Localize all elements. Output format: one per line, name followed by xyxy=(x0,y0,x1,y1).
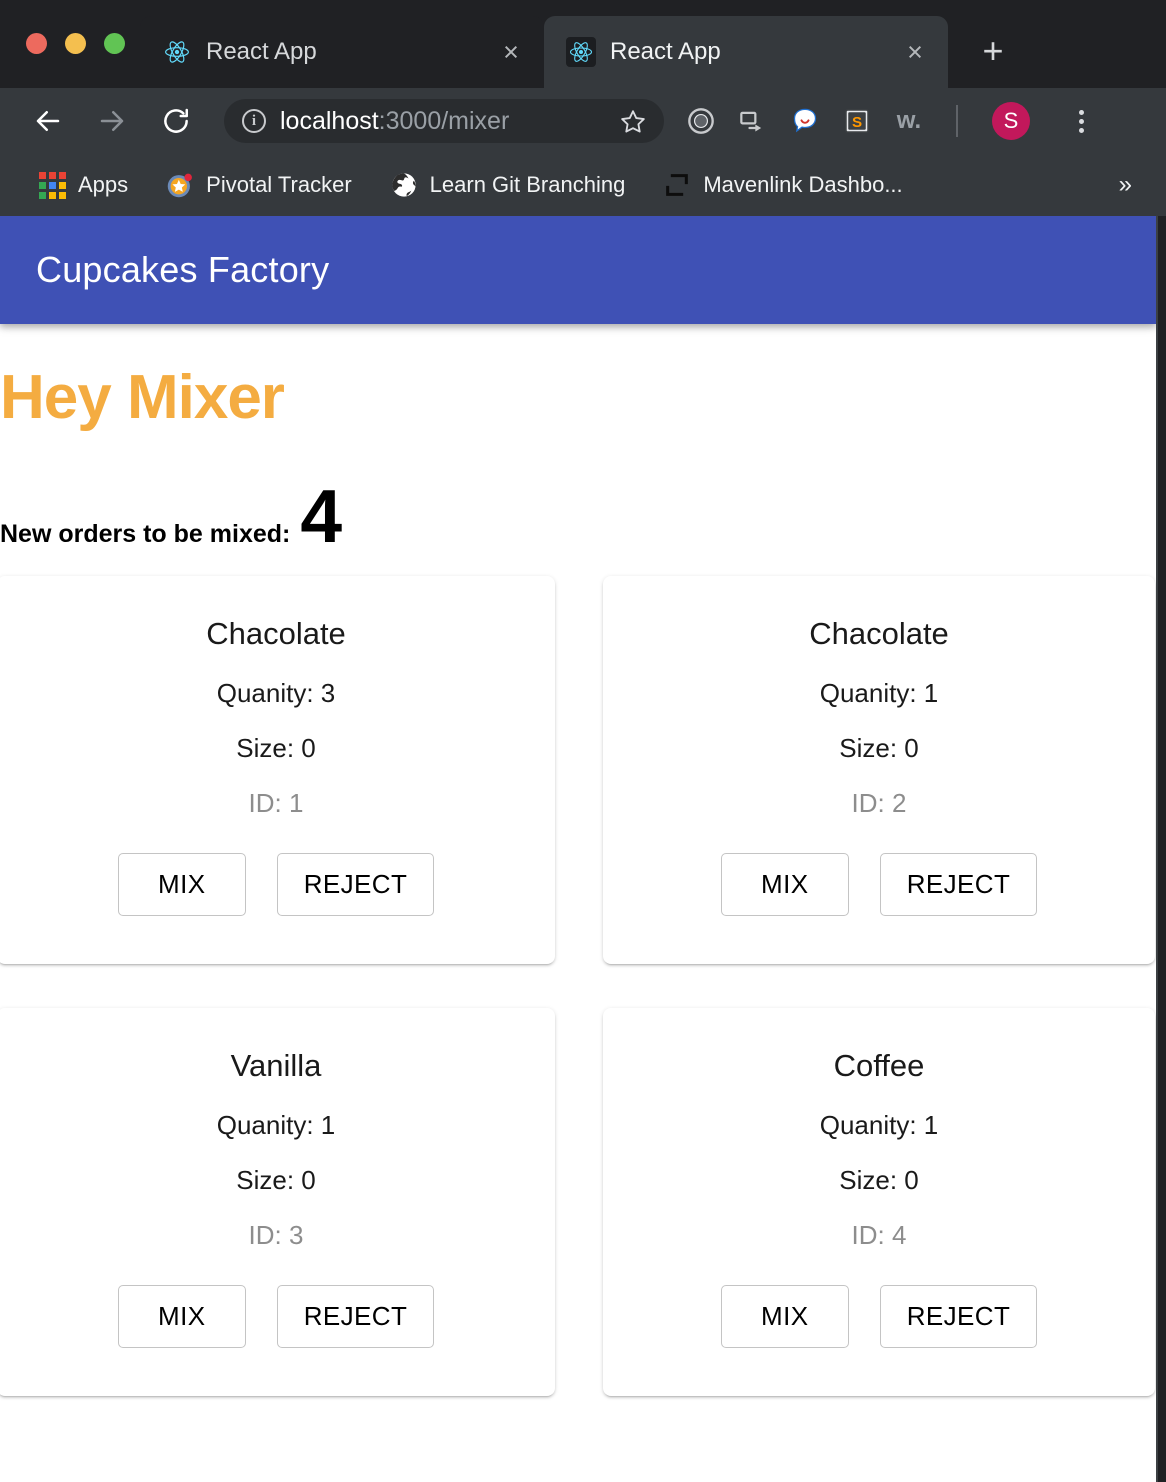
order-actions: MIX REJECT xyxy=(117,1285,435,1348)
reload-icon[interactable] xyxy=(154,99,198,143)
pivotal-tracker-icon xyxy=(166,171,194,199)
reject-button[interactable]: REJECT xyxy=(879,853,1038,916)
mix-button[interactable]: MIX xyxy=(720,1285,849,1348)
order-quantity: Quanity: 1 xyxy=(819,1110,939,1140)
tabs-row: React App × React App × + xyxy=(140,0,1016,88)
order-card: Coffee Quanity: 1 Size: 0 ID: 4 MIX REJE… xyxy=(603,1008,1155,1396)
bookmark-label: Pivotal Tracker xyxy=(206,172,352,197)
orders-grid: Chacolate Quanity: 3 Size: 0 ID: 1 MIX R… xyxy=(0,576,1156,1396)
order-flavor: Vanilla xyxy=(230,1048,322,1083)
svg-text:S: S xyxy=(852,114,862,131)
page-viewport: Cupcakes Factory Hey Mixer New orders to… xyxy=(0,216,1158,1482)
new-orders-summary: New orders to be mixed: 4 xyxy=(0,479,1156,559)
url-host: localhost xyxy=(280,106,379,135)
react-icon xyxy=(566,37,596,67)
react-icon xyxy=(162,37,192,67)
bookmarks-bar: Apps Pivotal Tracker Learn Git Branching… xyxy=(0,154,1166,216)
browser-toolbar: i localhost:3000/mixer S w. S xyxy=(0,88,1166,154)
url-path: :3000/mixer xyxy=(378,106,510,135)
new-orders-count: 4 xyxy=(300,474,343,558)
arrow-left-icon[interactable] xyxy=(26,99,70,143)
page-content: Hey Mixer New orders to be mixed: 4 Chac… xyxy=(0,362,1156,1396)
order-size: Size: 0 xyxy=(839,1165,919,1195)
browser-tab-2[interactable]: React App × xyxy=(544,16,948,88)
order-size: Size: 0 xyxy=(236,733,316,763)
order-id: ID: 4 xyxy=(851,1220,907,1250)
tab-title: React App xyxy=(610,38,721,65)
reject-button[interactable]: REJECT xyxy=(879,1285,1038,1348)
close-icon[interactable]: × xyxy=(900,37,930,67)
order-flavor: Chacolate xyxy=(206,616,346,651)
window-traffic-lights xyxy=(26,33,125,54)
bookmark-label: Mavenlink Dashbo... xyxy=(703,172,903,197)
sublime-s-extension-icon[interactable]: S xyxy=(840,104,874,138)
chat-bubble-extension-icon[interactable] xyxy=(788,104,822,138)
reject-button[interactable]: REJECT xyxy=(276,1285,435,1348)
window-maximize-button[interactable] xyxy=(104,33,125,54)
order-actions: MIX REJECT xyxy=(720,853,1038,916)
browser-window: React App × React App × + i localhost:30… xyxy=(0,0,1166,1482)
star-outline-icon[interactable] xyxy=(618,106,648,136)
browser-tab-1[interactable]: React App × xyxy=(140,16,544,88)
three-dot-menu-icon[interactable] xyxy=(1064,104,1098,138)
bookmark-learn-git-branching[interactable]: Learn Git Branching xyxy=(378,163,638,207)
mix-button[interactable]: MIX xyxy=(117,1285,246,1348)
reject-button[interactable]: REJECT xyxy=(276,853,435,916)
app-header-bar: Cupcakes Factory xyxy=(0,216,1156,324)
tab-title: React App xyxy=(206,38,317,65)
order-actions: MIX REJECT xyxy=(720,1285,1038,1348)
mavenlink-brackets-icon xyxy=(663,171,691,199)
close-icon[interactable]: × xyxy=(496,37,526,67)
order-id: ID: 1 xyxy=(248,788,304,818)
bookmark-mavenlink-dashboard[interactable]: Mavenlink Dashbo... xyxy=(651,163,914,207)
order-card: Chacolate Quanity: 3 Size: 0 ID: 1 MIX R… xyxy=(0,576,555,964)
new-tab-button[interactable]: + xyxy=(970,28,1016,74)
tab-strip: React App × React App × + xyxy=(0,0,1166,88)
ring-extension-icon[interactable] xyxy=(684,104,718,138)
order-size: Size: 0 xyxy=(839,733,919,763)
window-close-button[interactable] xyxy=(26,33,47,54)
apps-grid-icon xyxy=(38,171,66,199)
order-id: ID: 2 xyxy=(851,788,907,818)
page-title: Cupcakes Factory xyxy=(36,249,330,290)
screencast-extension-icon[interactable] xyxy=(736,104,770,138)
order-flavor: Chacolate xyxy=(809,616,949,651)
order-quantity: Quanity: 3 xyxy=(216,678,336,708)
bookmark-pivotal-tracker[interactable]: Pivotal Tracker xyxy=(154,163,364,207)
mixer-heading: Hey Mixer xyxy=(0,363,285,432)
toolbar-divider xyxy=(956,105,958,137)
order-card: Chacolate Quanity: 1 Size: 0 ID: 2 MIX R… xyxy=(603,576,1155,964)
address-bar[interactable]: i localhost:3000/mixer xyxy=(224,99,664,143)
url-text: localhost:3000/mixer xyxy=(280,107,618,136)
order-flavor: Coffee xyxy=(833,1048,925,1083)
bookmark-label: Learn Git Branching xyxy=(429,172,626,197)
order-quantity: Quanity: 1 xyxy=(819,678,939,708)
order-actions: MIX REJECT xyxy=(117,853,435,916)
arrow-right-icon[interactable] xyxy=(90,99,134,143)
mix-button[interactable]: MIX xyxy=(117,853,246,916)
order-card: Vanilla Quanity: 1 Size: 0 ID: 3 MIX REJ… xyxy=(0,1008,555,1396)
mix-button[interactable]: MIX xyxy=(720,853,849,916)
globe-icon xyxy=(390,171,418,199)
order-quantity: Quanity: 1 xyxy=(216,1110,336,1140)
order-size: Size: 0 xyxy=(236,1165,316,1195)
window-minimize-button[interactable] xyxy=(65,33,86,54)
bookmark-label: Apps xyxy=(78,172,129,197)
w-dot-extension-icon[interactable]: w. xyxy=(892,104,926,138)
bookmarks-overflow-button[interactable]: » xyxy=(1103,171,1148,199)
extension-icons: S w. S xyxy=(684,102,1098,140)
order-id: ID: 3 xyxy=(248,1220,304,1250)
new-orders-label: New orders to be mixed: xyxy=(0,520,291,548)
bookmark-apps[interactable]: Apps xyxy=(26,163,140,207)
avatar[interactable]: S xyxy=(992,102,1030,140)
info-circle-icon[interactable]: i xyxy=(242,109,266,133)
